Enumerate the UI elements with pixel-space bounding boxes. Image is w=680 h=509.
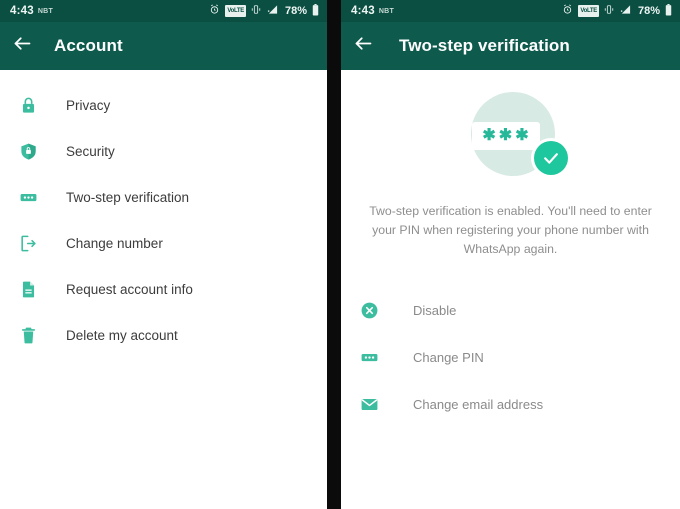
list-item-label: Security	[66, 143, 115, 159]
trash-icon	[16, 323, 40, 347]
battery-percent-label: 78%	[637, 5, 660, 17]
back-arrow-icon	[353, 33, 374, 59]
page-title: Account	[54, 36, 123, 55]
two-step-actions-list: Disable Change PIN Change email address	[341, 287, 680, 428]
pin-star: ✱	[498, 127, 513, 144]
list-item-label: Two-step verification	[66, 189, 190, 205]
vibrate-icon	[604, 4, 614, 18]
page-title: Two-step verification	[399, 36, 570, 55]
status-description: Two-step verification is enabled. You'll…	[369, 204, 652, 256]
check-circle-badge	[530, 138, 571, 178]
account-settings-list: Privacy Security Two-step verification C…	[0, 70, 327, 509]
hero-illustration: ✱ ✱ ✱	[451, 92, 571, 188]
envelope-icon	[357, 393, 381, 417]
lock-icon	[16, 93, 40, 117]
status-bar: 4:43 NBT VoLTE 78%	[341, 0, 680, 22]
volte-icon: VoLTE	[225, 5, 246, 17]
status-bar-timezone: NBT	[378, 7, 395, 15]
signal-icon	[266, 4, 279, 18]
list-item-change-number[interactable]: Change number	[0, 220, 327, 266]
left-phone-screen: 4:43 NBT VoLTE 78% Account Privacy Secur…	[0, 0, 327, 509]
list-item-security[interactable]: Security	[0, 128, 327, 174]
right-app-bar: Two-step verification	[341, 22, 680, 70]
document-icon	[16, 277, 40, 301]
pin-dots-icon	[357, 346, 381, 370]
back-button[interactable]	[341, 33, 385, 59]
signal-icon	[619, 4, 632, 18]
action-item-disable[interactable]: Disable	[357, 287, 680, 334]
two-step-verification-content: ✱ ✱ ✱ Two-step verification is enabled. …	[341, 70, 680, 509]
list-item-label: Request account info	[66, 281, 193, 297]
action-item-label: Change email address	[413, 397, 544, 412]
list-item-privacy[interactable]: Privacy	[0, 82, 327, 128]
list-item-label: Privacy	[66, 97, 111, 113]
list-item-request-account-info[interactable]: Request account info	[0, 266, 327, 312]
battery-icon	[312, 3, 319, 19]
close-circle-icon	[357, 299, 381, 323]
status-bar-time: 4:43	[10, 5, 34, 17]
screenshot-divider	[327, 0, 341, 509]
alarm-icon	[209, 4, 220, 18]
pin-dots-icon	[16, 185, 40, 209]
list-item-two-step-verification[interactable]: Two-step verification	[0, 174, 327, 220]
status-bar-icons: VoLTE 78%	[209, 3, 319, 19]
shield-icon	[16, 139, 40, 163]
list-item-label: Change number	[66, 235, 163, 251]
action-item-change-email-address[interactable]: Change email address	[357, 381, 680, 428]
status-bar-time: 4:43	[351, 5, 375, 17]
left-app-bar: Account	[0, 22, 327, 70]
pin-star: ✱	[515, 127, 529, 144]
list-item-label: Delete my account	[66, 327, 178, 343]
action-item-label: Change PIN	[413, 350, 484, 365]
check-circle-icon	[533, 141, 568, 175]
status-bar-icons: VoLTE 78%	[562, 3, 672, 19]
status-bar: 4:43 NBT VoLTE 78%	[0, 0, 327, 22]
list-item-delete-my-account[interactable]: Delete my account	[0, 312, 327, 358]
right-phone-screen: 4:43 NBT VoLTE 78% Two-step verification…	[341, 0, 680, 509]
back-button[interactable]	[0, 33, 44, 59]
battery-percent-label: 78%	[284, 5, 307, 17]
pin-card-icon: ✱ ✱ ✱	[471, 122, 540, 150]
pin-star: ✱	[482, 127, 496, 144]
battery-icon	[665, 3, 672, 19]
back-arrow-icon	[12, 33, 33, 59]
alarm-icon	[562, 4, 573, 18]
status-bar-timezone: NBT	[37, 7, 54, 15]
action-item-label: Disable	[413, 303, 457, 318]
dual-screenshot-container: 4:43 NBT VoLTE 78% Account Privacy Secur…	[0, 0, 680, 509]
change-number-icon	[16, 231, 40, 255]
volte-icon: VoLTE	[578, 5, 599, 17]
vibrate-icon	[251, 4, 261, 18]
action-item-change-pin[interactable]: Change PIN	[357, 334, 680, 381]
